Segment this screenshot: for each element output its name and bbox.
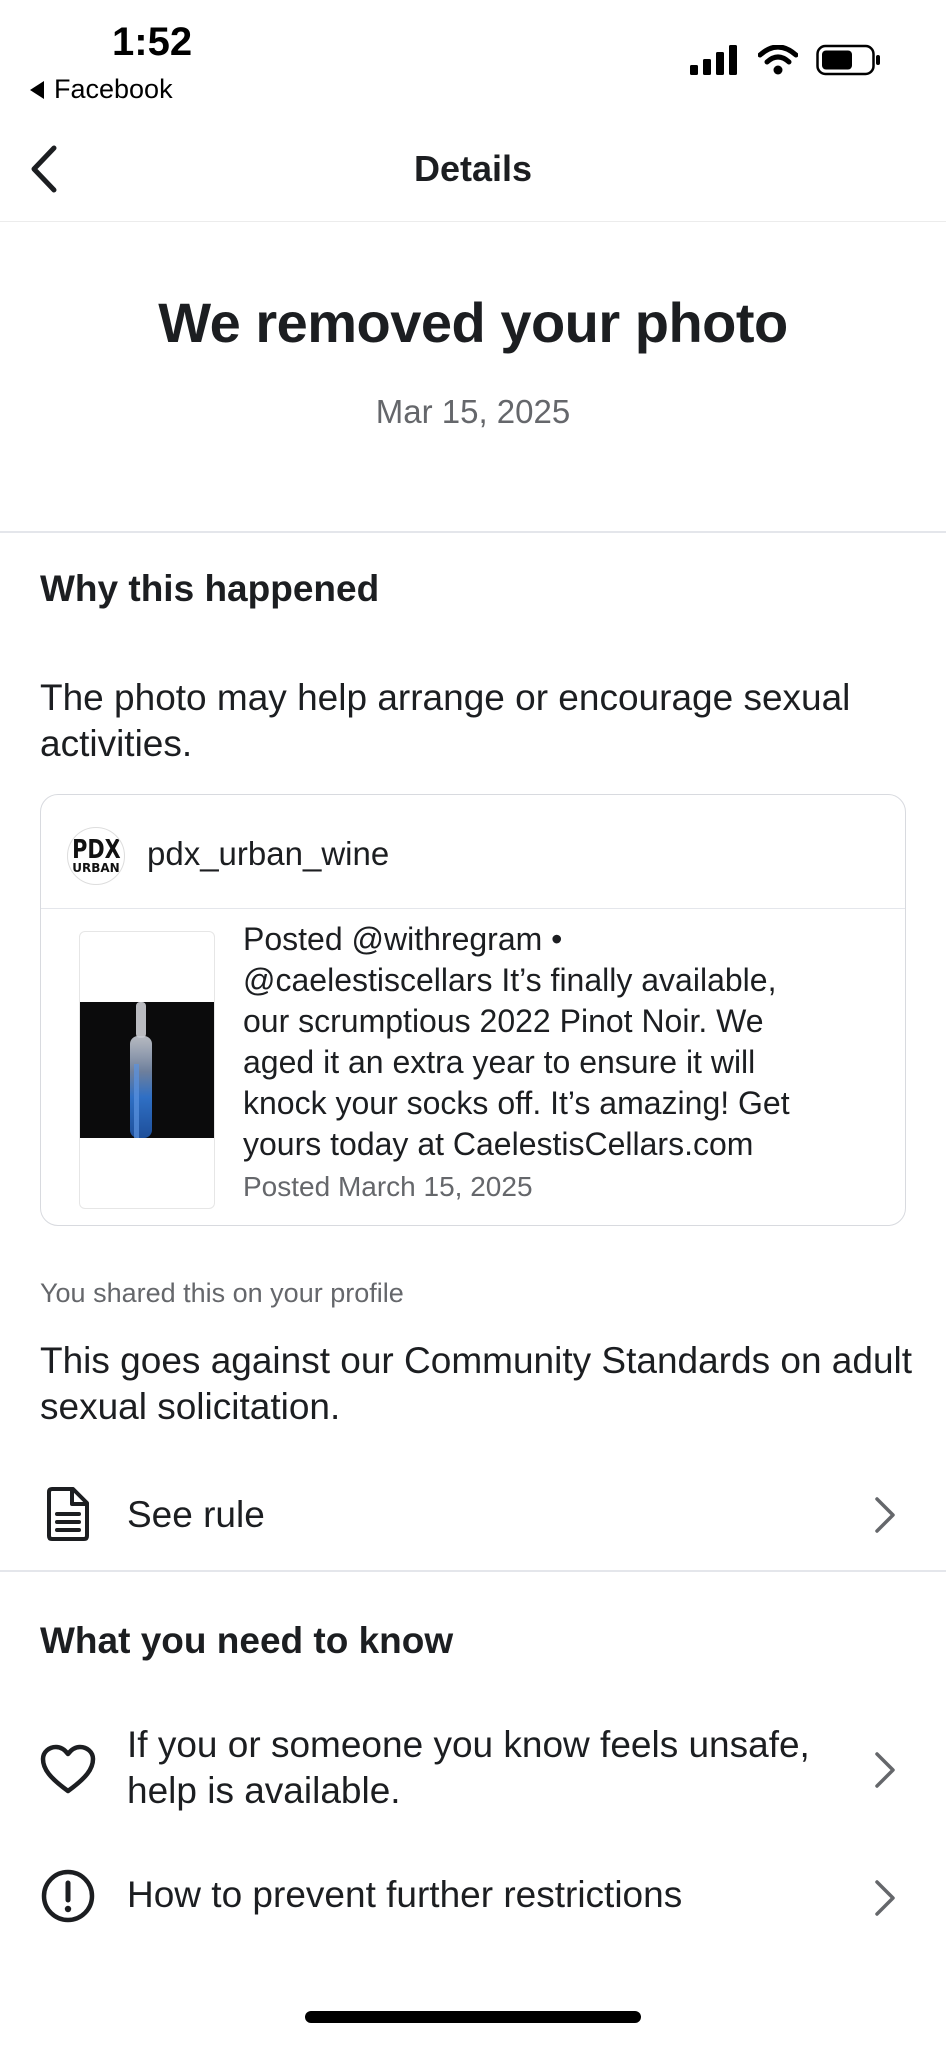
caption-line: @caelestiscellars It’s finally available… — [243, 962, 777, 998]
prevent-restrictions-row[interactable]: How to prevent further restrictions — [0, 1868, 946, 1928]
why-heading: Why this happened — [40, 568, 380, 609]
help-available-label: If you or someone you know feels unsafe,… — [127, 1724, 810, 1811]
chevron-right-icon — [870, 1876, 900, 1920]
post-date: Posted March 15, 2025 — [243, 1171, 533, 1202]
chevron-right-icon — [870, 1493, 900, 1537]
section-divider — [0, 1570, 946, 1572]
back-app-label: Facebook — [54, 74, 173, 104]
removal-title: We removed your photo — [158, 291, 788, 354]
bottle-image — [80, 1002, 214, 1138]
removal-date: Mar 15, 2025 — [375, 393, 571, 430]
know-heading: What you need to know — [40, 1620, 454, 1661]
violation-text: This goes against our Community Standard… — [40, 1340, 913, 1427]
section-divider — [0, 531, 946, 533]
wifi-icon — [758, 45, 798, 75]
chevron-right-icon — [870, 1748, 900, 1792]
caption-line: knock your socks off. It’s amazing! Get — [243, 1085, 790, 1121]
help-available-row[interactable]: If you or someone you know feels unsafe,… — [0, 1722, 946, 1818]
nav-bar: Details — [0, 120, 946, 222]
avatar: PDX URBAN — [67, 827, 125, 885]
see-rule-row[interactable]: See rule — [0, 1486, 946, 1544]
back-to-app-link[interactable]: Facebook — [30, 74, 173, 105]
exclamation-circle-icon — [40, 1868, 96, 1924]
see-rule-label: See rule — [127, 1494, 265, 1535]
shared-note: You shared this on your profile — [40, 1278, 404, 1308]
cellular-signal-icon — [690, 45, 737, 75]
back-triangle-icon — [30, 80, 44, 99]
caption-line: Posted @withregram • — [243, 921, 563, 957]
document-icon — [40, 1486, 96, 1542]
page-title: Details — [413, 148, 533, 189]
status-time: 1:52 — [112, 20, 193, 64]
avatar-text-top: PDX — [71, 835, 121, 865]
prevent-restrictions-label: How to prevent further restrictions — [127, 1874, 683, 1915]
status-icons — [690, 44, 882, 76]
heart-icon — [40, 1742, 96, 1798]
caption-line: yours today at CaelestisCellars.com — [243, 1126, 754, 1162]
home-indicator[interactable] — [305, 2011, 641, 2023]
post-caption: Posted @withregram • @caelestiscellars I… — [243, 919, 883, 1165]
caption-line: aged it an extra year to ensure it will — [243, 1044, 756, 1080]
post-header: PDX URBAN pdx_urban_wine — [41, 795, 905, 909]
battery-icon — [816, 44, 880, 76]
post-thumbnail — [79, 931, 215, 1209]
why-reason: The photo may help arrange or encourage … — [40, 677, 851, 764]
caption-line: our scrumptious 2022 Pinot Noir. We — [243, 1003, 764, 1039]
status-bar: 1:52 Facebook — [0, 0, 946, 120]
removed-post-card[interactable]: PDX URBAN pdx_urban_wine Posted @withreg… — [40, 794, 906, 1226]
post-username: pdx_urban_wine — [147, 835, 390, 872]
